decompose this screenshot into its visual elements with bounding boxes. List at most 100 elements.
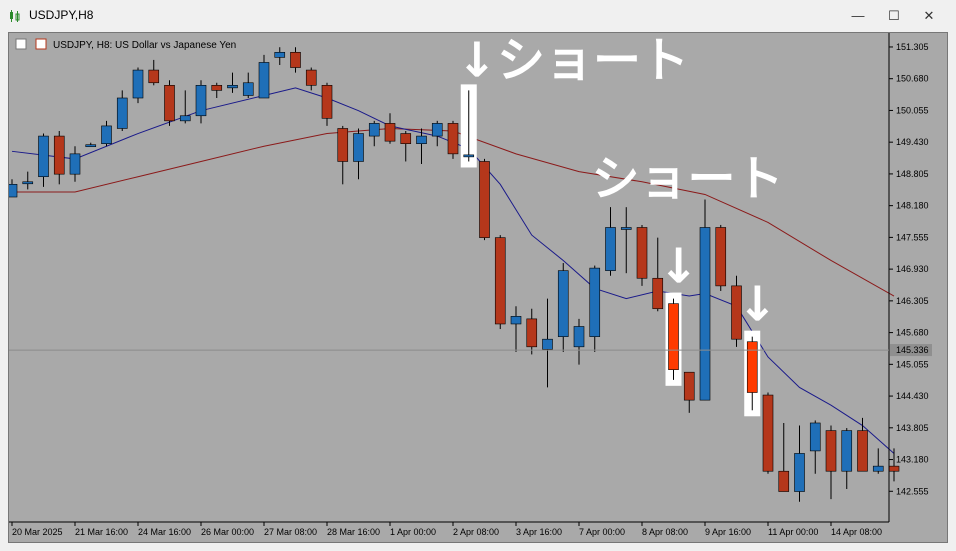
candle <box>872 448 884 474</box>
candle <box>321 82 333 126</box>
price-tick-label: 149.430 <box>896 137 929 147</box>
candle <box>353 128 364 180</box>
candle-body <box>447 123 459 155</box>
candle-body <box>620 227 632 230</box>
candles <box>9 47 900 502</box>
candle-body <box>825 430 837 472</box>
candle <box>431 120 443 147</box>
symbol-header: USDJPY, H8: US Dollar vs Japanese Yen <box>15 38 236 51</box>
candle-body <box>368 123 380 137</box>
candle <box>148 59 160 86</box>
price-tick-label: 148.180 <box>896 201 929 211</box>
candle <box>715 224 727 291</box>
candle-body <box>479 161 490 238</box>
candle <box>132 67 144 104</box>
candle <box>101 120 112 147</box>
current-price-label: 145.336 <box>896 345 929 355</box>
candle <box>290 47 301 73</box>
grid-icon <box>15 38 27 50</box>
window-title: USDJPY,H8 <box>29 8 94 22</box>
candle <box>510 306 522 352</box>
candle-body <box>337 128 349 162</box>
candle <box>665 292 682 386</box>
candle-body <box>573 326 585 348</box>
candle <box>447 120 459 159</box>
candle-body <box>53 135 65 175</box>
candle-body <box>69 153 81 175</box>
time-tick-label: 14 Apr 08:00 <box>831 527 882 537</box>
candle <box>809 420 821 474</box>
candle-body <box>305 69 317 86</box>
candle <box>274 47 286 65</box>
candle <box>69 146 81 182</box>
time-tick-label: 1 Apr 00:00 <box>390 527 436 537</box>
candle-body <box>809 422 821 452</box>
candle <box>305 67 317 91</box>
candle-body <box>179 115 191 122</box>
symbol-label: USDJPY, H8: US Dollar vs Japanese Yen <box>53 40 236 51</box>
price-tick-label: 143.805 <box>896 423 929 433</box>
candle-body <box>148 69 160 84</box>
time-tick-label: 21 Mar 16:00 <box>75 527 128 537</box>
down-arrow-annotation: ↓ <box>659 239 699 295</box>
candle-body <box>494 237 506 325</box>
candle <box>744 330 761 417</box>
time-tick-label: 27 Mar 08:00 <box>264 527 317 537</box>
time-tick-label: 11 Apr 00:00 <box>768 527 818 537</box>
candle-body <box>290 51 301 68</box>
candle <box>888 448 900 482</box>
candle-body <box>431 123 443 137</box>
candle <box>116 90 128 132</box>
chart-window[interactable]: USDJPY, H8: US Dollar vs Japanese Yen ↓シ… <box>8 32 948 543</box>
time-tick-label: 28 Mar 16:00 <box>327 527 380 537</box>
price-tick-label: 142.555 <box>896 486 929 496</box>
price-tick-label: 146.305 <box>896 296 929 306</box>
candle-body <box>85 144 97 148</box>
candle-body <box>463 154 475 158</box>
candle-body <box>211 85 223 91</box>
time-tick-label: 26 Mar 00:00 <box>201 527 254 537</box>
candle <box>337 125 349 185</box>
candle <box>857 417 868 472</box>
minimize-button[interactable]: — <box>847 6 869 26</box>
candle-body <box>164 85 175 122</box>
candle <box>542 298 553 388</box>
candle <box>38 133 49 187</box>
candle-body <box>668 303 679 370</box>
candle <box>636 224 648 286</box>
candle-body <box>510 316 522 325</box>
chart-app-icon <box>10 10 20 22</box>
time-tick-label: 9 Apr 16:00 <box>705 527 751 537</box>
candle-body <box>636 227 648 279</box>
candle-body <box>762 394 774 472</box>
candle <box>573 318 585 365</box>
candle <box>195 80 207 124</box>
candle-body <box>116 97 128 129</box>
candle <box>368 120 380 147</box>
candle <box>589 265 601 352</box>
candle-body <box>132 69 144 99</box>
candle <box>794 425 805 502</box>
time-tick-label: 24 Mar 16:00 <box>138 527 191 537</box>
candle-body <box>542 338 553 350</box>
maximize-button[interactable]: ☐ <box>883 6 905 26</box>
time-axis: 20 Mar 2025 21 Mar 16:00 24 Mar 16:00 26 Ma… <box>9 521 889 537</box>
candle <box>384 113 396 144</box>
candle <box>460 84 477 168</box>
close-button[interactable]: ✕ <box>918 6 940 26</box>
candle <box>85 142 97 148</box>
time-tick-label: 20 Mar 2025 <box>12 527 63 537</box>
candle-body <box>321 85 333 119</box>
candle-body <box>9 184 18 198</box>
price-tick-label: 151.305 <box>896 42 929 52</box>
candle <box>825 425 837 500</box>
time-tick-label: 7 Apr 00:00 <box>579 527 625 537</box>
price-chart[interactable]: USDJPY, H8: US Dollar vs Japanese Yen ↓シ… <box>9 33 947 542</box>
price-tick-label: 146.930 <box>896 264 929 274</box>
candle-body <box>557 270 569 337</box>
candle <box>211 82 223 98</box>
price-tick-label: 145.680 <box>896 328 929 338</box>
candle-body <box>794 453 805 492</box>
candle <box>479 158 490 241</box>
price-tick-label: 144.430 <box>896 391 929 401</box>
